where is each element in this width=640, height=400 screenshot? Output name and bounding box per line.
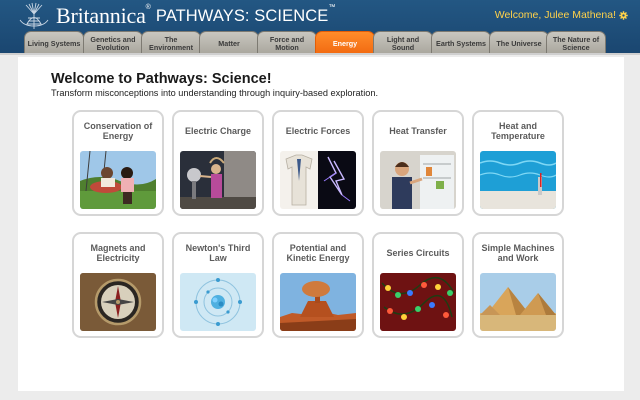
- man-at-refrigerator-photo: [380, 151, 456, 209]
- tab-light-and-sound[interactable]: Light and Sound: [373, 31, 433, 54]
- tab-bar-divider: [0, 53, 640, 55]
- card-magnets-and-electricity[interactable]: Magnets and Electricity: [72, 232, 164, 338]
- tab-matter[interactable]: Matter: [199, 31, 259, 54]
- tab-the-environment[interactable]: The Environment: [141, 31, 201, 54]
- card-title: Heat Transfer: [389, 126, 447, 136]
- kids-on-swing-photo: [80, 151, 156, 209]
- main-panel: Welcome to Pathways: Science! Transform …: [18, 57, 624, 391]
- card-title: Heat and Temperature: [491, 121, 545, 141]
- card-heat-and-temperature[interactable]: Heat and Temperature: [472, 110, 564, 216]
- static-electricity-photo: [180, 151, 256, 209]
- card-electric-forces[interactable]: Electric Forces: [272, 110, 364, 216]
- card-potential-and-kinetic-energy[interactable]: Potential and Kinetic Energy: [272, 232, 364, 338]
- string-lights-photo: [380, 273, 456, 331]
- gear-icon[interactable]: [619, 10, 628, 20]
- tab-label: Force and Motion: [269, 34, 305, 52]
- tab-label: Genetics and Evolution: [90, 34, 136, 52]
- card-newtons-third-law[interactable]: Newton's Third Law: [172, 232, 264, 338]
- topic-tabs: Living Systems Genetics and Evolution Th…: [24, 31, 630, 54]
- welcome-text: Welcome, Julee Mathena!: [494, 9, 616, 21]
- trademark-mark: ™: [328, 4, 336, 11]
- card-title: Electric Charge: [184, 126, 252, 136]
- card-title: Potential and Kinetic Energy: [286, 243, 350, 263]
- registered-mark: ®: [145, 4, 151, 11]
- brand-name: Britannica: [56, 3, 146, 28]
- tab-energy[interactable]: Energy: [315, 31, 375, 54]
- atom-diagram-image: [180, 273, 256, 331]
- card-title: Electric Forces: [285, 126, 351, 136]
- card-series-circuits[interactable]: Series Circuits: [372, 232, 464, 338]
- card-title: Series Circuits: [386, 248, 450, 258]
- card-heat-transfer[interactable]: Heat Transfer: [372, 110, 464, 216]
- tab-genetics-and-evolution[interactable]: Genetics and Evolution: [83, 31, 143, 54]
- tab-living-systems[interactable]: Living Systems: [24, 31, 84, 54]
- tab-the-nature-of-science[interactable]: The Nature of Science: [546, 31, 606, 54]
- tab-label: Light and Sound: [386, 34, 420, 52]
- tab-label: The Nature of Science: [552, 34, 600, 52]
- swimming-pool-photo: [480, 151, 556, 209]
- card-simple-machines-and-work[interactable]: Simple Machines and Work: [472, 232, 564, 338]
- card-conservation-of-energy[interactable]: Conservation of Energy: [72, 110, 164, 216]
- product-name: PATHWAYS: SCIENCE: [155, 7, 329, 25]
- balanced-rock-photo: [280, 273, 356, 331]
- card-electric-charge[interactable]: Electric Charge: [172, 110, 264, 216]
- pyramids-photo: [480, 273, 556, 331]
- card-title: Magnets and Electricity: [90, 243, 146, 263]
- tab-earth-systems[interactable]: Earth Systems: [431, 31, 491, 54]
- tab-label: Matter: [218, 38, 240, 48]
- tab-label: The Universe: [496, 38, 542, 48]
- tab-label: Earth Systems: [436, 38, 486, 48]
- tab-label: Living Systems: [27, 38, 81, 48]
- britannica-logo[interactable]: Britannica ® PATHWAYS: SCIENCE ™: [14, 2, 335, 30]
- thistle-icon: [19, 2, 49, 29]
- welcome-user[interactable]: Welcome, Julee Mathena!: [495, 9, 628, 21]
- tab-label: The Environment: [149, 34, 193, 52]
- card-title: Conservation of Energy: [83, 121, 153, 141]
- page-title: Welcome to Pathways: Science!: [51, 71, 272, 87]
- card-title: Simple Machines and Work: [481, 243, 555, 263]
- compass-photo: [80, 273, 156, 331]
- shirt-and-lightning-photo: [280, 151, 356, 209]
- card-title: Newton's Third Law: [185, 243, 251, 263]
- app-header: Britannica ® PATHWAYS: SCIENCE ™ Welcome…: [0, 0, 640, 54]
- tab-the-universe[interactable]: The Universe: [489, 31, 549, 54]
- tab-label: Energy: [332, 38, 358, 48]
- page-subtitle: Transform misconceptions into understand…: [51, 88, 379, 98]
- tab-force-and-motion[interactable]: Force and Motion: [257, 31, 317, 54]
